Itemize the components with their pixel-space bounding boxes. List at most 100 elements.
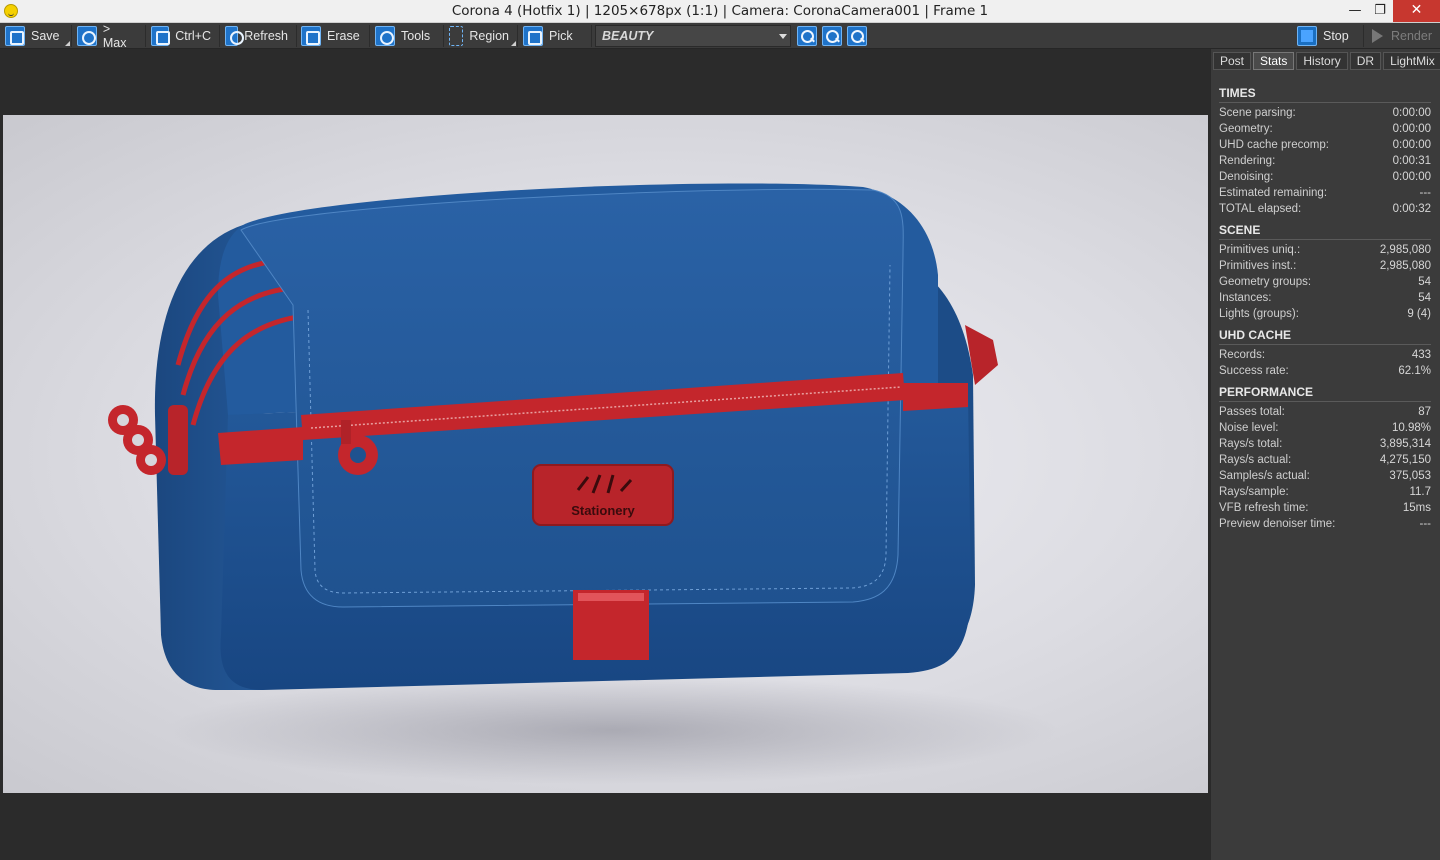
stat-row: Geometry groups: 54 bbox=[1219, 275, 1431, 291]
stat-value: 4,275,150 bbox=[1379, 454, 1431, 466]
stat-row: Rays/s total: 3,895,314 bbox=[1219, 437, 1431, 453]
stat-row: Lights (groups): 9 (4) bbox=[1219, 307, 1431, 323]
stat-value: 0:00:32 bbox=[1392, 203, 1431, 215]
stat-value: 0:00:00 bbox=[1392, 171, 1431, 183]
stat-row: Samples/s actual: 375,053 bbox=[1219, 469, 1431, 485]
stat-row: Noise level: 10.98% bbox=[1219, 421, 1431, 437]
stat-row: UHD cache precomp: 0:00:00 bbox=[1219, 138, 1431, 154]
section-header: TIMES bbox=[1219, 86, 1431, 103]
stat-row: VFB refresh time: 15ms bbox=[1219, 501, 1431, 517]
stat-label: Success rate: bbox=[1219, 365, 1289, 377]
stat-row: TOTAL elapsed: 0:00:32 bbox=[1219, 202, 1431, 218]
stat-value: 0:00:31 bbox=[1392, 155, 1431, 167]
stat-row: Success rate: 62.1% bbox=[1219, 364, 1431, 380]
stat-row: Estimated remaining: --- bbox=[1219, 186, 1431, 202]
render-channel-select[interactable]: BEAUTY bbox=[595, 25, 791, 47]
max-button[interactable]: > Max bbox=[74, 22, 146, 50]
stats-panel: Post Stats History DR LightMix TIMES Scene pa… bbox=[1210, 49, 1440, 860]
stat-label: Estimated remaining: bbox=[1219, 187, 1328, 199]
region-button[interactable]: Region bbox=[446, 25, 518, 47]
stat-row: Geometry: 0:00:00 bbox=[1219, 122, 1431, 138]
stat-label: Noise level: bbox=[1219, 422, 1279, 434]
render-image[interactable]: Stationery bbox=[3, 115, 1208, 793]
copy-button[interactable]: Ctrl+C bbox=[148, 25, 220, 47]
stat-label: Rays/sample: bbox=[1219, 486, 1289, 498]
tab-lightmix[interactable]: LightMix bbox=[1383, 52, 1440, 70]
pick-hand-icon bbox=[523, 26, 543, 46]
stat-label: Rays/s total: bbox=[1219, 438, 1283, 450]
pencil-case-render: Stationery bbox=[108, 183, 998, 690]
stat-value: 2,985,080 bbox=[1379, 244, 1431, 256]
gear-icon bbox=[375, 26, 395, 46]
stat-value: 0:00:00 bbox=[1392, 139, 1431, 151]
stat-label: Preview denoiser time: bbox=[1219, 518, 1336, 530]
refresh-icon bbox=[225, 26, 245, 46]
play-icon bbox=[1372, 29, 1383, 43]
stat-label: Geometry groups: bbox=[1219, 276, 1312, 288]
stat-label: Denoising: bbox=[1219, 171, 1274, 183]
region-icon bbox=[449, 26, 464, 46]
render-viewport: Stationery bbox=[0, 49, 1210, 860]
stat-value: 3,895,314 bbox=[1379, 438, 1431, 450]
stat-value: 10.98% bbox=[1391, 422, 1431, 434]
stat-label: TOTAL elapsed: bbox=[1219, 203, 1302, 215]
section-header: SCENE bbox=[1219, 223, 1431, 240]
stat-value: 0:00:00 bbox=[1392, 107, 1431, 119]
restore-button[interactable]: ❐ bbox=[1365, 0, 1395, 22]
stat-row: Primitives uniq.: 2,985,080 bbox=[1219, 243, 1431, 259]
stat-value: 2,985,080 bbox=[1379, 260, 1431, 272]
stat-value: 375,053 bbox=[1389, 470, 1431, 482]
stat-label: Passes total: bbox=[1219, 406, 1285, 418]
stat-value: 433 bbox=[1411, 349, 1431, 361]
tools-button[interactable]: Tools bbox=[372, 25, 444, 47]
stat-label: Instances: bbox=[1219, 292, 1272, 304]
stats-list: TIMES Scene parsing: 0:00:00 Geometry: 0:00:… bbox=[1219, 81, 1431, 533]
stop-icon bbox=[1297, 26, 1317, 46]
render-button[interactable]: Render bbox=[1366, 25, 1438, 47]
pick-button[interactable]: Pick bbox=[520, 25, 592, 47]
stat-label: Geometry: bbox=[1219, 123, 1273, 135]
stat-value: --- bbox=[1419, 518, 1432, 530]
section-header: UHD CACHE bbox=[1219, 328, 1431, 345]
zoom-in-icon[interactable] bbox=[797, 26, 817, 46]
stat-label: Primitives inst.: bbox=[1219, 260, 1297, 272]
dropdown-corner-icon bbox=[65, 41, 70, 46]
erase-button[interactable]: Erase bbox=[298, 25, 370, 47]
close-button[interactable]: ✕ bbox=[1393, 0, 1440, 22]
tab-dr[interactable]: DR bbox=[1349, 52, 1382, 70]
copy-icon bbox=[151, 26, 171, 46]
save-button[interactable]: Save bbox=[2, 25, 72, 47]
stat-row: Passes total: 87 bbox=[1219, 405, 1431, 421]
zoom-out-icon[interactable] bbox=[822, 26, 842, 46]
stat-label: Rays/s actual: bbox=[1219, 454, 1292, 466]
stat-value: 87 bbox=[1418, 406, 1431, 418]
stat-label: Rendering: bbox=[1219, 155, 1276, 167]
tab-stats[interactable]: Stats bbox=[1253, 52, 1295, 70]
stat-label: Primitives uniq.: bbox=[1219, 244, 1301, 256]
stat-row: Scene parsing: 0:00:00 bbox=[1219, 106, 1431, 122]
stat-value: --- bbox=[1419, 187, 1432, 199]
brand-label: Stationery bbox=[571, 503, 635, 518]
panel-tabs: Post Stats History DR LightMix bbox=[1213, 52, 1440, 72]
stat-label: Scene parsing: bbox=[1219, 107, 1296, 119]
stat-label: Records: bbox=[1219, 349, 1266, 361]
stat-row: Preview denoiser time: --- bbox=[1219, 517, 1431, 533]
stat-value: 15ms bbox=[1402, 502, 1431, 514]
stat-label: VFB refresh time: bbox=[1219, 502, 1309, 514]
stat-row: Rays/s actual: 4,275,150 bbox=[1219, 453, 1431, 469]
stat-value: 62.1% bbox=[1398, 365, 1431, 377]
window-title: Corona 4 (Hotfix 1) | 1205×678px (1:1) |… bbox=[451, 3, 989, 19]
zoom-fit-icon[interactable] bbox=[847, 26, 867, 46]
stop-button[interactable]: Stop bbox=[1294, 25, 1364, 47]
section-header: PERFORMANCE bbox=[1219, 385, 1431, 402]
stat-row: Denoising: 0:00:00 bbox=[1219, 170, 1431, 186]
tab-post[interactable]: Post bbox=[1213, 52, 1252, 70]
tab-history[interactable]: History bbox=[1296, 52, 1348, 70]
stat-value: 11.7 bbox=[1409, 486, 1431, 498]
stat-row: Primitives inst.: 2,985,080 bbox=[1219, 259, 1431, 275]
stat-row: Rendering: 0:00:31 bbox=[1219, 154, 1431, 170]
stat-value: 0:00:00 bbox=[1392, 123, 1431, 135]
chevron-down-icon bbox=[779, 34, 787, 39]
stat-row: Instances: 54 bbox=[1219, 291, 1431, 307]
refresh-button[interactable]: Refresh bbox=[222, 25, 297, 47]
